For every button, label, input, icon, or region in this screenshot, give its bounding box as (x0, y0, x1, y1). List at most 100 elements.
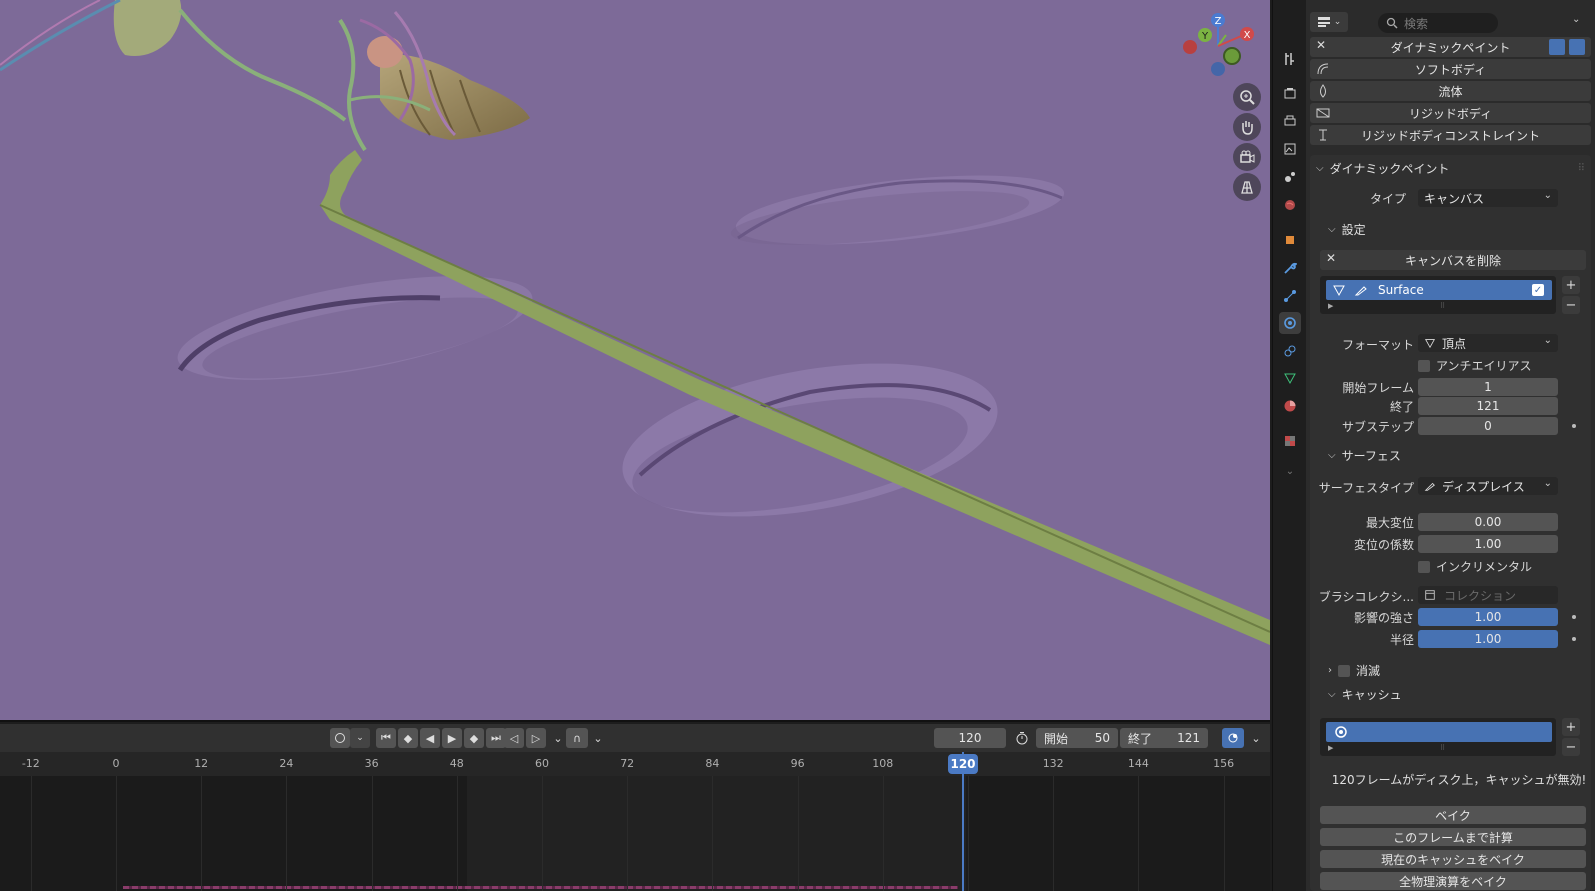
zoom-icon[interactable] (1233, 83, 1261, 111)
add-surface-button[interactable]: + (1562, 276, 1580, 294)
rigid-body-row[interactable]: リジッドボディ (1310, 103, 1591, 123)
resize-handle-icon[interactable]: ⠿ (1440, 744, 1445, 752)
incremental-box[interactable] (1418, 560, 1430, 573)
dissolve-subpanel-header[interactable]: › 消滅 (1328, 662, 1380, 679)
remove-cache-button[interactable]: − (1562, 738, 1580, 756)
dynamic-paint-panel-header[interactable]: ⌵ ダイナミックペイント ⠿ (1310, 156, 1591, 180)
output-tab-icon[interactable] (1279, 110, 1301, 132)
record-dropdown[interactable]: ⌄ (350, 728, 370, 748)
timeline-body[interactable] (0, 776, 1270, 891)
surface-list-item[interactable]: Surface ✓ (1326, 280, 1552, 300)
type-dropdown[interactable]: キャンバス ⌄ (1418, 189, 1558, 207)
constraints-tab-icon[interactable] (1279, 340, 1301, 362)
particles-tab-icon[interactable] (1279, 285, 1301, 307)
camera-icon[interactable] (1233, 143, 1261, 171)
search-icon (1386, 17, 1398, 29)
grid-icon[interactable] (1233, 173, 1261, 201)
play-reverse-icon[interactable]: ◀ (420, 728, 440, 748)
overlay-dropdown[interactable]: ⌄ (1246, 728, 1266, 748)
close-icon: ✕ (1326, 251, 1337, 265)
navigation-gizmo[interactable]: Z Y X (1180, 8, 1260, 80)
brush-collection-field[interactable]: コレクション (1418, 586, 1558, 604)
editor-type-button[interactable]: ⌄ (1310, 12, 1348, 32)
keyframe-dot[interactable] (1572, 424, 1576, 428)
keyframe-dot[interactable] (1572, 615, 1576, 619)
current-frame-field[interactable]: 120 (934, 728, 1006, 748)
jump-end-icon[interactable]: ⏭ (486, 728, 506, 748)
settings-subpanel-header[interactable]: ⌵ 設定 (1328, 221, 1366, 238)
influence-input[interactable]: 1.00 (1418, 608, 1558, 626)
surface-type-dropdown[interactable]: ディスプレイス ⌄ (1418, 477, 1558, 495)
dynamic-paint-row[interactable]: ✕ ダイナミックペイント (1310, 37, 1591, 57)
jump-start-icon[interactable]: ⏮ (376, 728, 396, 748)
modifier-tab-icon[interactable] (1279, 257, 1301, 279)
overlay-icon[interactable] (1222, 728, 1244, 748)
surface-active-checkbox[interactable]: ✓ (1532, 284, 1544, 296)
antialias-box[interactable] (1418, 359, 1430, 372)
keyframe-dot[interactable] (1572, 637, 1576, 641)
substeps-input[interactable]: 0 (1418, 417, 1558, 435)
record-button[interactable] (330, 728, 350, 748)
remove-canvas-button[interactable]: ✕ キャンバスを削除 (1320, 250, 1586, 270)
bake-button[interactable]: ベイク (1320, 806, 1586, 824)
play-icon[interactable]: ▶ (442, 728, 462, 748)
dissolve-checkbox[interactable] (1338, 664, 1350, 677)
fluid-row[interactable]: 流体 (1310, 81, 1591, 101)
end-frame-field[interactable]: 終了 121 (1120, 728, 1208, 748)
cache-subpanel-header[interactable]: ⌵ キャッシュ (1328, 686, 1402, 703)
displace-factor-input[interactable]: 1.00 (1418, 535, 1558, 553)
next-keyframe-icon[interactable]: ◆ (464, 728, 484, 748)
step-dropdown[interactable]: ⌄ (548, 728, 568, 748)
surface-subpanel-header[interactable]: ⌵ サーフェス (1328, 447, 1401, 464)
bake-all-button[interactable]: 全物理演算をベイク (1320, 872, 1586, 890)
end-frame-input[interactable]: 121 (1418, 397, 1558, 415)
stopwatch-icon[interactable] (1012, 728, 1032, 748)
start-frame-input[interactable]: 1 (1418, 378, 1558, 396)
physics-tab-icon[interactable] (1279, 312, 1301, 334)
hand-icon[interactable] (1233, 113, 1261, 141)
antialias-checkbox[interactable]: アンチエイリアス (1418, 357, 1532, 374)
soft-body-row[interactable]: ソフトボディ (1310, 59, 1591, 79)
more-tabs-icon[interactable]: ⌄ (1279, 460, 1301, 482)
timeline-ruler[interactable]: -12 0 12 24 36 48 60 72 84 96 108 120 132 144 156 (0, 752, 1270, 776)
add-cache-button[interactable]: + (1562, 718, 1580, 736)
drag-handle-icon[interactable]: ⠿ (1578, 163, 1585, 174)
expand-icon[interactable]: ▶ (1328, 744, 1333, 752)
texture-tab-icon[interactable] (1279, 430, 1301, 452)
data-tab-icon[interactable] (1279, 367, 1301, 389)
tool-tab-icon[interactable] (1279, 48, 1301, 70)
search-input[interactable]: 検索 (1378, 13, 1498, 33)
timeline-tick-label: 0 (112, 757, 120, 770)
options-dropdown[interactable]: ⌄ (1572, 14, 1580, 25)
surface-list[interactable]: Surface ✓ ▶ ⠿ (1320, 276, 1556, 314)
object-tab-icon[interactable] (1279, 229, 1301, 251)
incremental-checkbox[interactable]: インクリメンタル (1418, 558, 1532, 575)
radius-input[interactable]: 1.00 (1418, 630, 1558, 648)
playhead-label[interactable]: 120 (948, 754, 978, 774)
3d-viewport[interactable]: Z Y X (0, 0, 1270, 722)
view-layer-tab-icon[interactable] (1279, 138, 1301, 160)
cache-list[interactable]: ▶ ⠿ (1320, 718, 1556, 756)
start-frame-field[interactable]: 開始 50 (1036, 728, 1118, 748)
rigid-body-constraint-row[interactable]: リジッドボディコンストレイント (1310, 125, 1591, 145)
format-dropdown[interactable]: 頂点 ⌄ (1418, 334, 1558, 352)
step-forward-icon[interactable]: ▷ (526, 728, 546, 748)
remove-surface-button[interactable]: − (1562, 296, 1580, 314)
resize-handle-icon[interactable]: ⠿ (1440, 302, 1445, 310)
step-back-icon[interactable]: ◁ (504, 728, 524, 748)
remove-icon[interactable]: ✕ (1316, 38, 1330, 52)
render-toggle-icon[interactable] (1569, 39, 1585, 55)
viewport-toggle-icon[interactable] (1549, 39, 1565, 55)
max-displace-input[interactable]: 0.00 (1418, 513, 1558, 531)
keying-icon[interactable]: ∩ (566, 728, 588, 748)
scene-tab-icon[interactable] (1279, 166, 1301, 188)
prev-keyframe-icon[interactable]: ◆ (398, 728, 418, 748)
expand-icon[interactable]: ▶ (1328, 302, 1333, 310)
calc-to-frame-button[interactable]: このフレームまで計算 (1320, 828, 1586, 846)
keying-dropdown[interactable]: ⌄ (588, 728, 608, 748)
bake-current-cache-button[interactable]: 現在のキャッシュをベイク (1320, 850, 1586, 868)
world-tab-icon[interactable] (1279, 194, 1301, 216)
material-tab-icon[interactable] (1279, 395, 1301, 417)
render-tab-icon[interactable] (1279, 82, 1301, 104)
cache-list-item[interactable] (1326, 722, 1552, 742)
